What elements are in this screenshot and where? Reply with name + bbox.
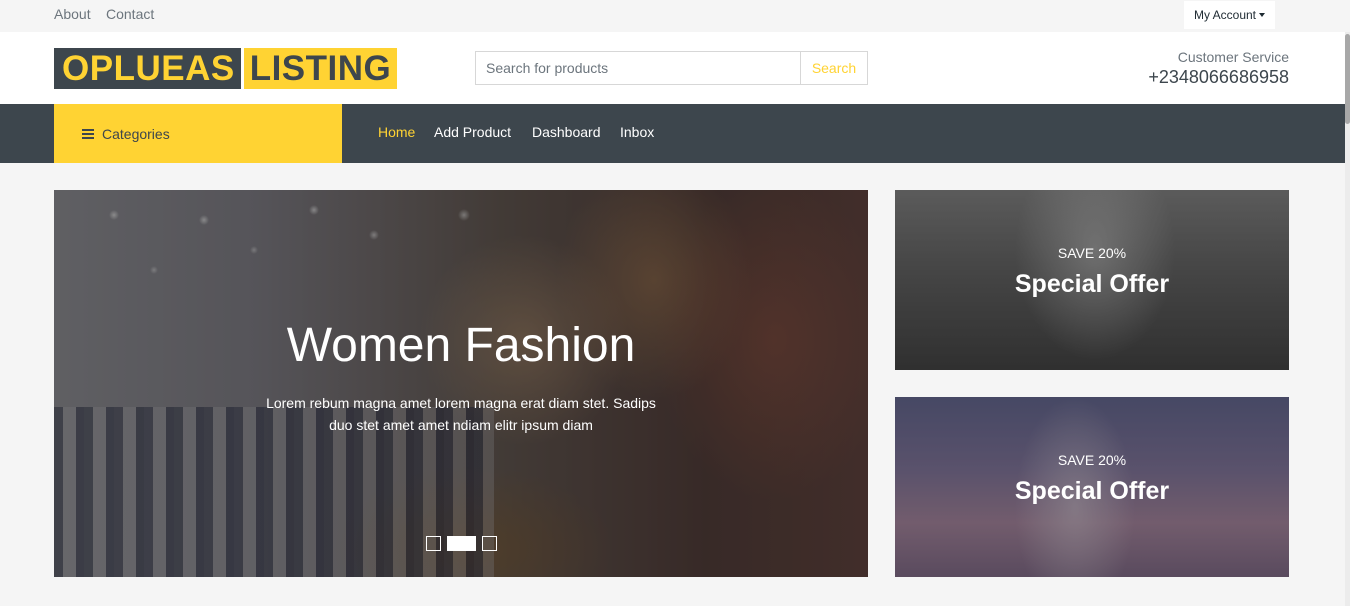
logo-part-2: LISTING (243, 48, 398, 89)
categories-button[interactable]: Categories (54, 104, 342, 163)
menu-bars-icon (82, 128, 94, 139)
my-account-label: My Account (1193, 8, 1257, 22)
nav-dashboard[interactable]: Dashboard (532, 124, 601, 140)
about-link[interactable]: About (54, 6, 91, 22)
hero-overlay (54, 190, 868, 577)
nav-inbox[interactable]: Inbox (620, 124, 654, 140)
offer-card-1[interactable]: SAVE 20% Special Offer (895, 190, 1289, 370)
offer-title: Special Offer (1014, 477, 1170, 505)
caret-down-icon (1259, 13, 1266, 17)
page-scrollbar-thumb[interactable] (1345, 34, 1350, 124)
hero-text: Lorem rebum magna amet lorem magna erat … (266, 395, 656, 433)
categories-label: Categories (102, 125, 170, 142)
carousel-indicator-1[interactable] (426, 536, 441, 551)
nav-home[interactable]: Home (378, 124, 415, 140)
top-bar: About Contact My Account (0, 0, 1350, 32)
offer-discount: SAVE 20% (1057, 245, 1127, 261)
carousel-indicators (426, 536, 497, 551)
search-form: Search (475, 51, 868, 85)
logo-part-1: OPLUEAS (54, 48, 241, 89)
carousel-indicator-3[interactable] (482, 536, 497, 551)
hero-carousel[interactable]: Women Fashion Lorem rebum magna amet lor… (54, 190, 868, 577)
search-button[interactable]: Search (800, 51, 868, 85)
customer-service-phone: +2348066686958 (1148, 67, 1289, 87)
customer-service: Customer Service +2348066686958 (1148, 48, 1289, 88)
customer-service-label: Customer Service (1177, 49, 1289, 65)
offer-title: Special Offer (1014, 270, 1170, 298)
nav-add-product[interactable]: Add Product (434, 124, 511, 140)
search-input[interactable] (475, 51, 800, 85)
main-navbar: Categories Home Add Product Dashboard In… (0, 104, 1350, 163)
logo[interactable]: OPLUEAS LISTING (54, 48, 398, 89)
contact-link[interactable]: Contact (106, 6, 154, 22)
header: OPLUEAS LISTING Search Customer Service … (0, 32, 1350, 104)
hero-title: Women Fashion (286, 319, 636, 372)
offer-discount: SAVE 20% (1057, 452, 1127, 468)
my-account-dropdown[interactable]: My Account (1184, 1, 1275, 29)
carousel-indicator-2-active[interactable] (447, 536, 476, 551)
offer-card-2[interactable]: SAVE 20% Special Offer (895, 397, 1289, 577)
